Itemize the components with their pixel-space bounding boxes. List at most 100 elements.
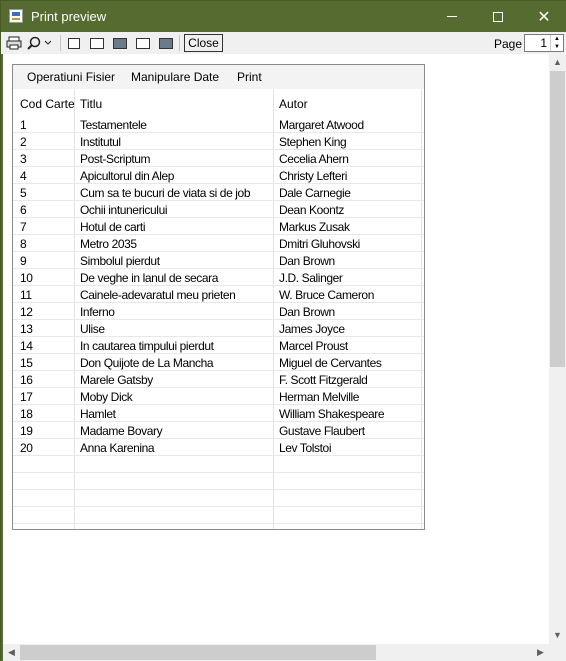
scroll-up-icon[interactable]: ▲ xyxy=(549,54,566,71)
vertical-scrollbar[interactable]: ▲ ▼ xyxy=(549,54,566,644)
close-window-button[interactable]: ✕ xyxy=(521,1,566,32)
zoom-button[interactable] xyxy=(26,35,54,51)
two-pages-icon xyxy=(90,37,104,49)
print-preview-window: Print preview ✕ Close Page 1 ▲ ▼ Operatiu… xyxy=(0,0,566,661)
table-row: 10 De veghe in lanul de secara J.D. Saling… xyxy=(13,269,424,286)
cell-titlu: De veghe in lanul de secara xyxy=(80,271,218,285)
cell-autor: Herman Melville xyxy=(279,390,360,404)
cell-autor: James Joyce xyxy=(279,322,345,336)
document-menubar: Operatiuni Fisier Manipulare Date Print xyxy=(13,65,424,89)
print-icon xyxy=(6,36,22,50)
cell-cod: 14 xyxy=(20,339,33,353)
cell-cod: 3 xyxy=(20,152,27,166)
table-row: 2 Institutul Stephen King xyxy=(13,133,424,150)
six-pages-button[interactable] xyxy=(157,35,175,51)
cell-cod: 9 xyxy=(20,254,27,268)
cell-titlu: Simbolul pierdut xyxy=(80,254,160,268)
cell-autor: Margaret Atwood xyxy=(279,118,364,132)
cell-cod: 6 xyxy=(20,203,27,217)
table-row: 5 Cum sa te bucuri de viata si de job Dale… xyxy=(13,184,424,201)
document-page: Operatiuni Fisier Manipulare Date Print … xyxy=(12,64,425,530)
table-row: 17 Moby Dick Herman Melville xyxy=(13,388,424,405)
cell-cod: 18 xyxy=(20,407,33,421)
scroll-corner xyxy=(549,644,566,661)
one-page-button[interactable] xyxy=(65,35,83,51)
maximize-icon xyxy=(493,11,503,22)
cell-cod: 8 xyxy=(20,237,27,251)
preview-area[interactable]: Operatiuni Fisier Manipulare Date Print … xyxy=(3,54,549,644)
cell-titlu: Ulise xyxy=(80,322,105,336)
table-row: 7 Hotul de carti Markus Zusak xyxy=(13,218,424,235)
cell-cod: 2 xyxy=(20,135,27,149)
table-row: 11 Cainele-adevaratul meu prieten W. Bruce… xyxy=(13,286,424,303)
close-button[interactable]: Close xyxy=(184,34,223,52)
toolbar-separator xyxy=(60,35,61,51)
menu-manipulare-date: Manipulare Date xyxy=(131,70,220,84)
cell-cod: 1 xyxy=(20,118,27,132)
cell-titlu: Testamentele xyxy=(80,118,147,132)
print-button[interactable] xyxy=(5,35,23,51)
cell-cod: 12 xyxy=(20,305,33,319)
cell-cod: 15 xyxy=(20,356,33,370)
page-spinner[interactable]: ▲ ▼ xyxy=(550,35,563,51)
table-row: 19 Madame Bovary Gustave Flaubert xyxy=(13,422,424,439)
cell-titlu: Madame Bovary xyxy=(80,424,163,438)
title-bar[interactable]: Print preview ✕ xyxy=(1,1,566,32)
spin-down-icon[interactable]: ▼ xyxy=(551,43,563,51)
cell-autor: Dmitri Gluhovski xyxy=(279,237,360,251)
cell-autor: Miguel de Cervantes xyxy=(279,356,382,370)
cell-autor: Gustave Flaubert xyxy=(279,424,365,438)
vertical-scroll-thumb[interactable] xyxy=(550,71,565,367)
cell-autor: Markus Zusak xyxy=(279,220,350,234)
cell-titlu: Moby Dick xyxy=(80,390,133,404)
cell-titlu: Anna Karenina xyxy=(80,441,155,455)
page-number-input[interactable]: 1 ▲ ▼ xyxy=(524,34,564,52)
empty-table-row xyxy=(13,473,424,490)
cell-titlu: Cainele-adevaratul meu prieten xyxy=(80,288,236,302)
three-pages-icon xyxy=(113,37,127,49)
scroll-down-icon[interactable]: ▼ xyxy=(549,627,566,644)
cell-cod: 16 xyxy=(20,373,33,387)
cell-autor: J.D. Salinger xyxy=(279,271,343,285)
spin-up-icon[interactable]: ▲ xyxy=(551,35,563,43)
one-page-icon xyxy=(68,37,80,49)
four-pages-icon xyxy=(136,37,150,49)
table-row: 20 Anna Karenina Lev Tolstoi xyxy=(13,439,424,456)
cell-titlu: Marele Gatsby xyxy=(80,373,153,387)
column-header-titlu: Titlu xyxy=(80,97,103,111)
cell-autor: Christy Lefteri xyxy=(279,169,348,183)
zoom-icon xyxy=(27,36,52,50)
page-number-value: 1 xyxy=(540,36,547,50)
cell-cod: 7 xyxy=(20,220,27,234)
close-icon: ✕ xyxy=(537,8,551,26)
cell-titlu: Apicultorul din Alep xyxy=(80,169,175,183)
cell-titlu: Hotul de carti xyxy=(80,220,146,234)
table-row: 8 Metro 2035 Dmitri Gluhovski xyxy=(13,235,424,252)
six-pages-icon xyxy=(159,37,173,49)
cell-autor: Lev Tolstoi xyxy=(279,441,332,455)
cell-autor: Dan Brown xyxy=(279,254,335,268)
table-row: 13 Ulise James Joyce xyxy=(13,320,424,337)
page-label: Page xyxy=(494,37,523,51)
cell-autor: Marcel Proust xyxy=(279,339,348,353)
cell-autor: William Shakespeare xyxy=(279,407,385,421)
scroll-right-icon[interactable]: ▶ xyxy=(532,644,549,661)
cell-autor: Cecelia Ahern xyxy=(279,152,349,166)
two-pages-button[interactable] xyxy=(88,35,106,51)
minimize-button[interactable] xyxy=(429,1,475,32)
three-pages-button[interactable] xyxy=(111,35,129,51)
cell-titlu: Post-Scriptum xyxy=(80,152,151,166)
preview-toolbar: Close Page 1 ▲ ▼ xyxy=(1,32,566,55)
cell-cod: 13 xyxy=(20,322,33,336)
cell-cod: 17 xyxy=(20,390,33,404)
column-header-autor: Autor xyxy=(279,97,308,111)
empty-table-row xyxy=(13,490,424,507)
maximize-button[interactable] xyxy=(475,1,521,32)
horizontal-scroll-thumb[interactable] xyxy=(20,645,376,660)
cell-cod: 20 xyxy=(20,441,33,455)
horizontal-scrollbar[interactable]: ◀ ▶ xyxy=(3,644,549,661)
scroll-left-icon[interactable]: ◀ xyxy=(3,644,20,661)
cell-autor: Stephen King xyxy=(279,135,347,149)
table-row: 1 Testamentele Margaret Atwood xyxy=(13,116,424,133)
four-pages-button[interactable] xyxy=(134,35,152,51)
